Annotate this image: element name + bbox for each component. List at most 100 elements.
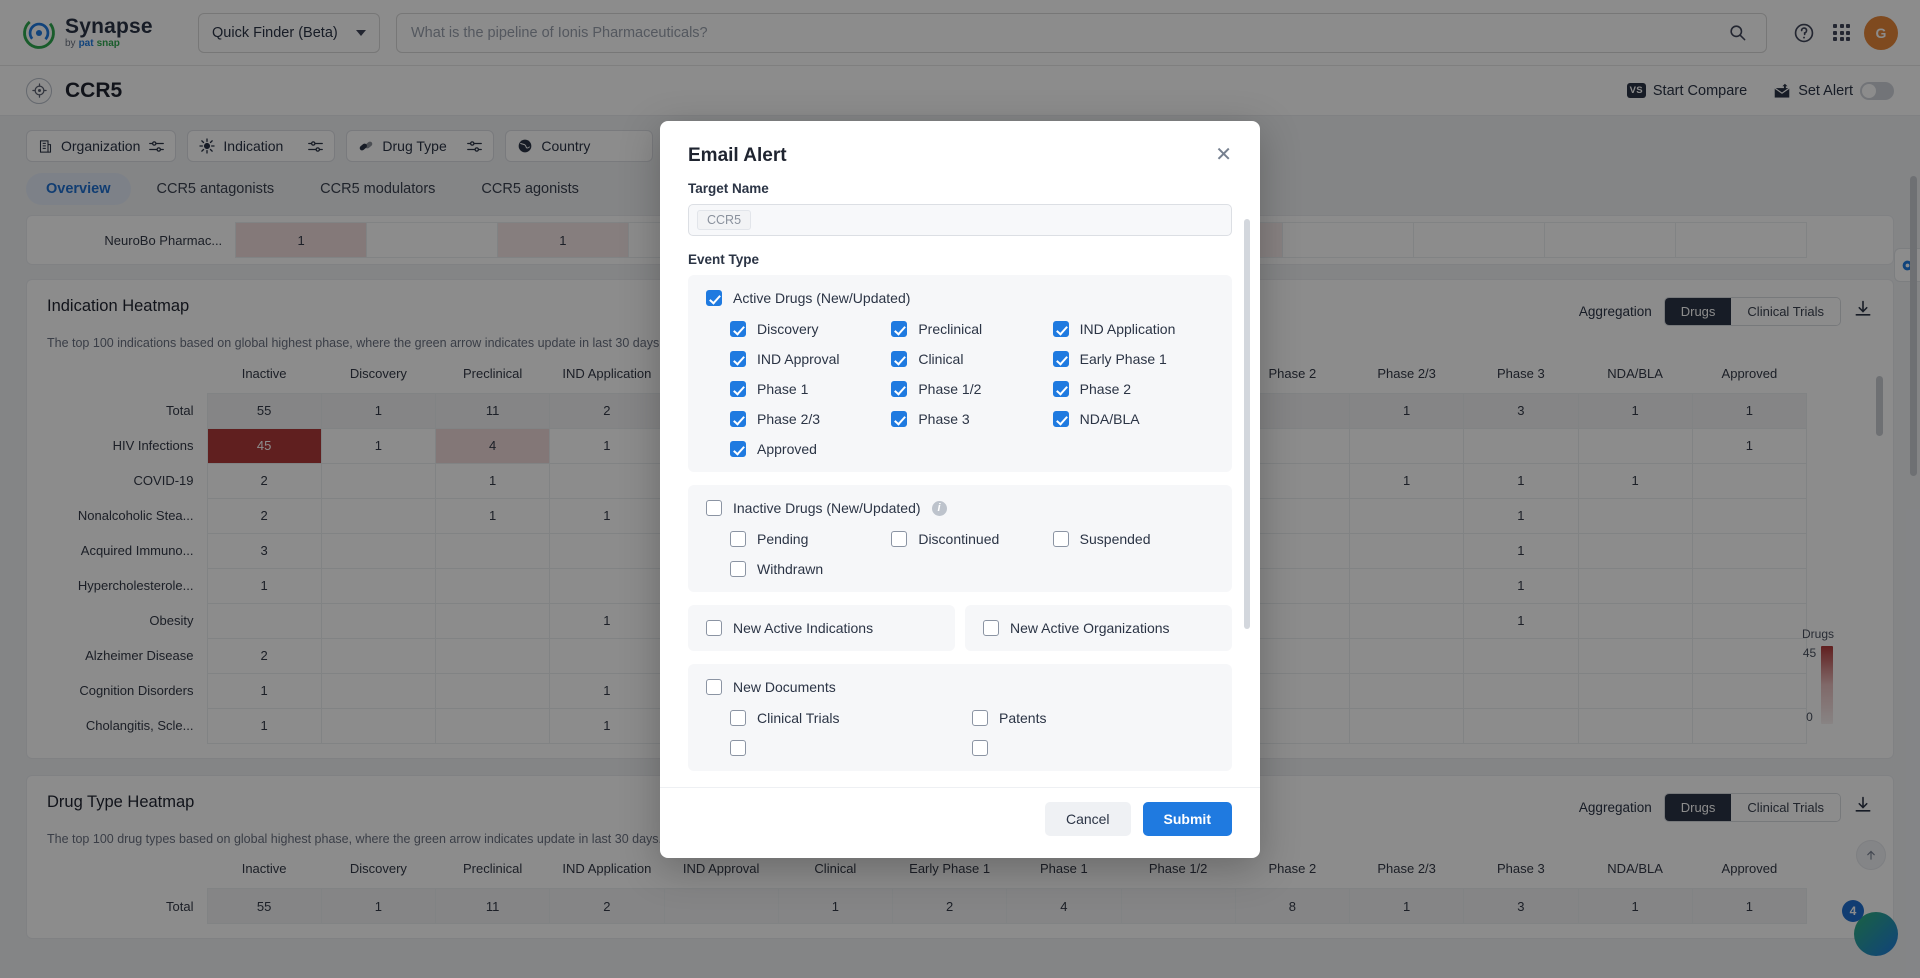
- active-drugs-label: Active Drugs (New/Updated): [733, 290, 911, 306]
- option-new-active-organizations[interactable]: New Active Organizations: [983, 620, 1214, 636]
- new-documents-parent-row[interactable]: New Documents: [706, 679, 1214, 695]
- checkbox-new-active-indications[interactable]: [706, 620, 722, 636]
- checkbox-nda-bla[interactable]: [1052, 411, 1069, 427]
- option-extra-left[interactable]: [730, 740, 972, 756]
- active-drugs-parent-row[interactable]: Active Drugs (New/Updated): [706, 290, 1214, 306]
- checkbox-new-active-organizations[interactable]: [983, 620, 999, 636]
- option-phase-2[interactable]: Phase 2: [1052, 381, 1214, 397]
- option-label: Pending: [757, 531, 809, 547]
- active-drugs-group: Active Drugs (New/Updated) Discovery Pre…: [688, 275, 1232, 472]
- checkbox-ind-application[interactable]: [1052, 321, 1069, 337]
- option-label: Withdrawn: [757, 561, 824, 577]
- checkbox-discovery[interactable]: [730, 321, 746, 337]
- option-phase-1[interactable]: Phase 1: [730, 381, 891, 397]
- info-icon[interactable]: i: [931, 500, 947, 516]
- option-label: Clinical Trials: [757, 710, 840, 726]
- modal-scrollbar[interactable]: [1244, 219, 1250, 629]
- checkbox-discontinued[interactable]: [891, 531, 908, 547]
- option-label: Suspended: [1079, 531, 1151, 547]
- new-documents-label: New Documents: [733, 679, 836, 695]
- target-name-field[interactable]: CCR5: [688, 204, 1232, 236]
- option-label: IND Application: [1079, 321, 1176, 337]
- checkbox-phase-2-3[interactable]: [730, 411, 746, 427]
- app-root: Synapse by pat snap Quick Finder (Beta) Wh…: [0, 0, 1920, 978]
- checkbox-active-drugs[interactable]: [706, 290, 722, 306]
- option-early-phase-1[interactable]: Early Phase 1: [1052, 351, 1214, 367]
- option-label: Preclinical: [918, 321, 983, 337]
- option-label: IND Approval: [757, 351, 840, 367]
- option-label: Phase 2: [1079, 381, 1132, 397]
- email-alert-modal: Email Alert ✕ Target Name CCR5 Event Typ…: [660, 121, 1260, 858]
- checkbox-preclinical[interactable]: [891, 321, 908, 337]
- option-ind-approval[interactable]: IND Approval: [730, 351, 891, 367]
- option-discontinued[interactable]: Discontinued: [891, 531, 1052, 547]
- checkbox-new-documents[interactable]: [706, 679, 722, 695]
- inactive-drugs-options-grid: Pending Discontinued Suspended Withdrawn: [706, 531, 1214, 577]
- option-label: Phase 3: [918, 411, 970, 427]
- checkbox-clinical-trials[interactable]: [730, 710, 746, 726]
- option-ind-application[interactable]: IND Application: [1052, 321, 1214, 337]
- checkbox-phase-1[interactable]: [730, 381, 746, 397]
- close-icon[interactable]: ✕: [1215, 145, 1232, 165]
- cancel-button[interactable]: Cancel: [1044, 802, 1131, 836]
- option-clinical[interactable]: Clinical: [891, 351, 1052, 367]
- modal-footer: Cancel Submit: [660, 787, 1260, 858]
- option-label: Early Phase 1: [1079, 351, 1167, 367]
- checkbox-phase-2[interactable]: [1052, 381, 1069, 397]
- checkbox-early-phase-1[interactable]: [1052, 351, 1069, 367]
- new-active-indications-cell: New Active Indications: [688, 605, 955, 651]
- option-phase-3[interactable]: Phase 3: [891, 411, 1052, 427]
- modal-header: Email Alert ✕: [660, 121, 1260, 167]
- checkbox-ind-approval[interactable]: [730, 351, 746, 367]
- checkbox-inactive-drugs[interactable]: [706, 500, 722, 516]
- inactive-drugs-group: Inactive Drugs (New/Updated) i Pending D…: [688, 485, 1232, 592]
- checkbox-phase-1-2[interactable]: [891, 381, 908, 397]
- standalone-options-row: New Active Indications New Active Organi…: [688, 605, 1232, 651]
- checkbox-pending[interactable]: [730, 531, 746, 547]
- option-label: Approved: [757, 441, 817, 457]
- target-name-tag: CCR5: [697, 210, 752, 230]
- option-suspended[interactable]: Suspended: [1052, 531, 1214, 547]
- option-new-active-indications[interactable]: New Active Indications: [706, 620, 937, 636]
- checkbox-phase-3[interactable]: [891, 411, 908, 427]
- active-drugs-options-grid: Discovery Preclinical IND Application IN…: [706, 321, 1214, 457]
- modal-body: Target Name CCR5 Event Type Active Drugs…: [660, 167, 1260, 787]
- option-approved[interactable]: Approved: [730, 441, 891, 457]
- modal-title: Email Alert: [688, 145, 787, 166]
- option-label: Phase 2/3: [757, 411, 821, 427]
- inactive-drugs-parent-row[interactable]: Inactive Drugs (New/Updated) i: [706, 500, 1214, 516]
- option-discovery[interactable]: Discovery: [730, 321, 891, 337]
- checkbox-patents[interactable]: [972, 710, 988, 726]
- option-extra-right[interactable]: [972, 740, 1214, 756]
- option-label: Discontinued: [918, 531, 1000, 547]
- new-documents-options-grid: Clinical Trials Patents: [706, 710, 1214, 756]
- inactive-drugs-label: Inactive Drugs (New/Updated): [733, 500, 921, 516]
- new-documents-group: New Documents Clinical Trials Patents: [688, 664, 1232, 771]
- option-label: Phase 1: [757, 381, 809, 397]
- option-label: New Active Indications: [733, 620, 874, 636]
- option-label: Clinical: [918, 351, 964, 367]
- checkbox-suspended[interactable]: [1052, 531, 1069, 547]
- option-label: NDA/BLA: [1079, 411, 1140, 427]
- option-patents[interactable]: Patents: [972, 710, 1214, 726]
- option-nda-bla[interactable]: NDA/BLA: [1052, 411, 1214, 427]
- option-pending[interactable]: Pending: [730, 531, 891, 547]
- event-type-label: Event Type: [688, 252, 760, 267]
- option-label: Discovery: [757, 321, 819, 337]
- option-label: Patents: [999, 710, 1047, 726]
- checkbox-approved[interactable]: [730, 441, 746, 457]
- submit-button[interactable]: Submit: [1142, 802, 1232, 836]
- option-clinical-trials[interactable]: Clinical Trials: [730, 710, 972, 726]
- new-active-organizations-cell: New Active Organizations: [965, 605, 1232, 651]
- option-phase-1-2[interactable]: Phase 1/2: [891, 381, 1052, 397]
- target-name-label: Target Name: [688, 181, 769, 196]
- checkbox-withdrawn[interactable]: [730, 561, 746, 577]
- checkbox-extra-right[interactable]: [972, 740, 988, 756]
- option-phase-2-3[interactable]: Phase 2/3: [730, 411, 891, 427]
- option-label: New Active Organizations: [1010, 620, 1170, 636]
- option-preclinical[interactable]: Preclinical: [891, 321, 1052, 337]
- option-label: Phase 1/2: [918, 381, 982, 397]
- checkbox-clinical[interactable]: [891, 351, 908, 367]
- checkbox-extra-left[interactable]: [730, 740, 746, 756]
- option-withdrawn[interactable]: Withdrawn: [730, 561, 891, 577]
